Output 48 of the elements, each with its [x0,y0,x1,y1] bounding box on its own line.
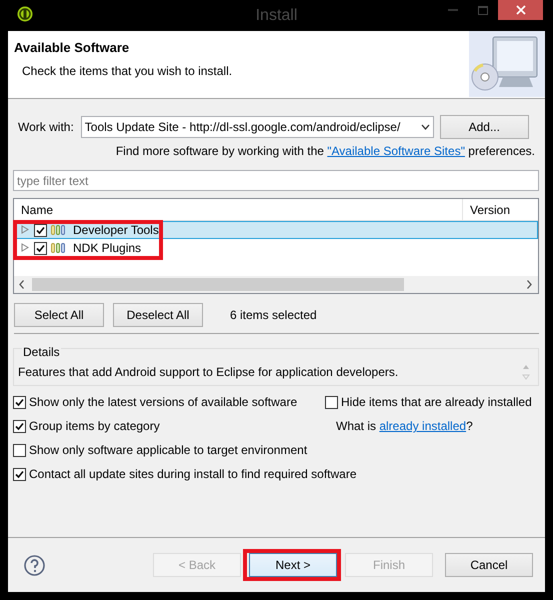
column-header[interactable]: Name [14,202,54,216]
app-icon [17,6,33,22]
expand-icon[interactable] [21,242,30,254]
details-text: Features that add Android support to Eclipse for application developers. [18,365,398,379]
scroll-left-icon[interactable] [19,280,24,289]
expand-icon[interactable] [21,224,30,236]
checkbox[interactable] [13,420,26,432]
selection-count: 6 items selected [230,308,317,322]
checkbox[interactable] [13,396,26,408]
feature-icon [51,243,66,253]
checkbox[interactable] [13,444,26,456]
selection-button[interactable]: Select All [14,303,104,327]
window-title: Install [256,7,298,25]
installed-link[interactable]: already installed [379,419,466,433]
wizard-button[interactable]: Next > [249,553,337,577]
page-title: Available Software [14,40,130,55]
field-label: Work with: [18,120,74,134]
close-button[interactable] [498,0,543,20]
feature-icon [51,225,66,235]
option-label[interactable]: Show only software applicable to target environment [29,443,308,457]
checkbox[interactable] [13,468,26,480]
close-icon [516,5,526,15]
option-label[interactable]: Group items by category [29,419,160,433]
sites-link[interactable]: "Available Software Sites" [327,144,465,158]
add-button[interactable]: Add... [440,115,529,139]
installed-hint: What is already installed? [336,419,473,433]
feature-name: Developer Tools [72,223,159,237]
help-icon[interactable] [24,554,45,576]
option-label[interactable]: Hide items that are already installed [341,395,532,409]
option-label[interactable]: Show only the latest versions of available software [29,395,298,409]
caret-icon [420,124,430,130]
group-title: Details [22,345,61,359]
horizontal-scrollbar[interactable] [14,276,538,293]
scroll-right-icon[interactable] [527,280,532,289]
filter-field[interactable]: type filter text [13,170,539,191]
wizard-button[interactable]: Cancel [445,553,533,577]
site-dropdown[interactable]: Tools Update Site - http://dl-ssl.google.com/android/eclipse/ [80,116,434,138]
column-header[interactable]: Version [463,202,510,216]
scroll-arrows-icon [522,363,530,381]
page-description: Check the items that you wish to install. [22,64,232,78]
hint-text: Find more software by working with the "Available Software Sites" preferences. [114,144,536,160]
selection-button[interactable]: Deselect All [113,303,203,327]
tree-row[interactable]: Developer Tools [14,221,538,239]
option-label[interactable]: Contact all update sites during install to find required software [29,467,357,481]
checkbox[interactable] [34,224,47,236]
feature-name: NDK Plugins [72,241,142,255]
checkbox[interactable] [34,242,47,254]
checkbox[interactable] [325,396,338,408]
